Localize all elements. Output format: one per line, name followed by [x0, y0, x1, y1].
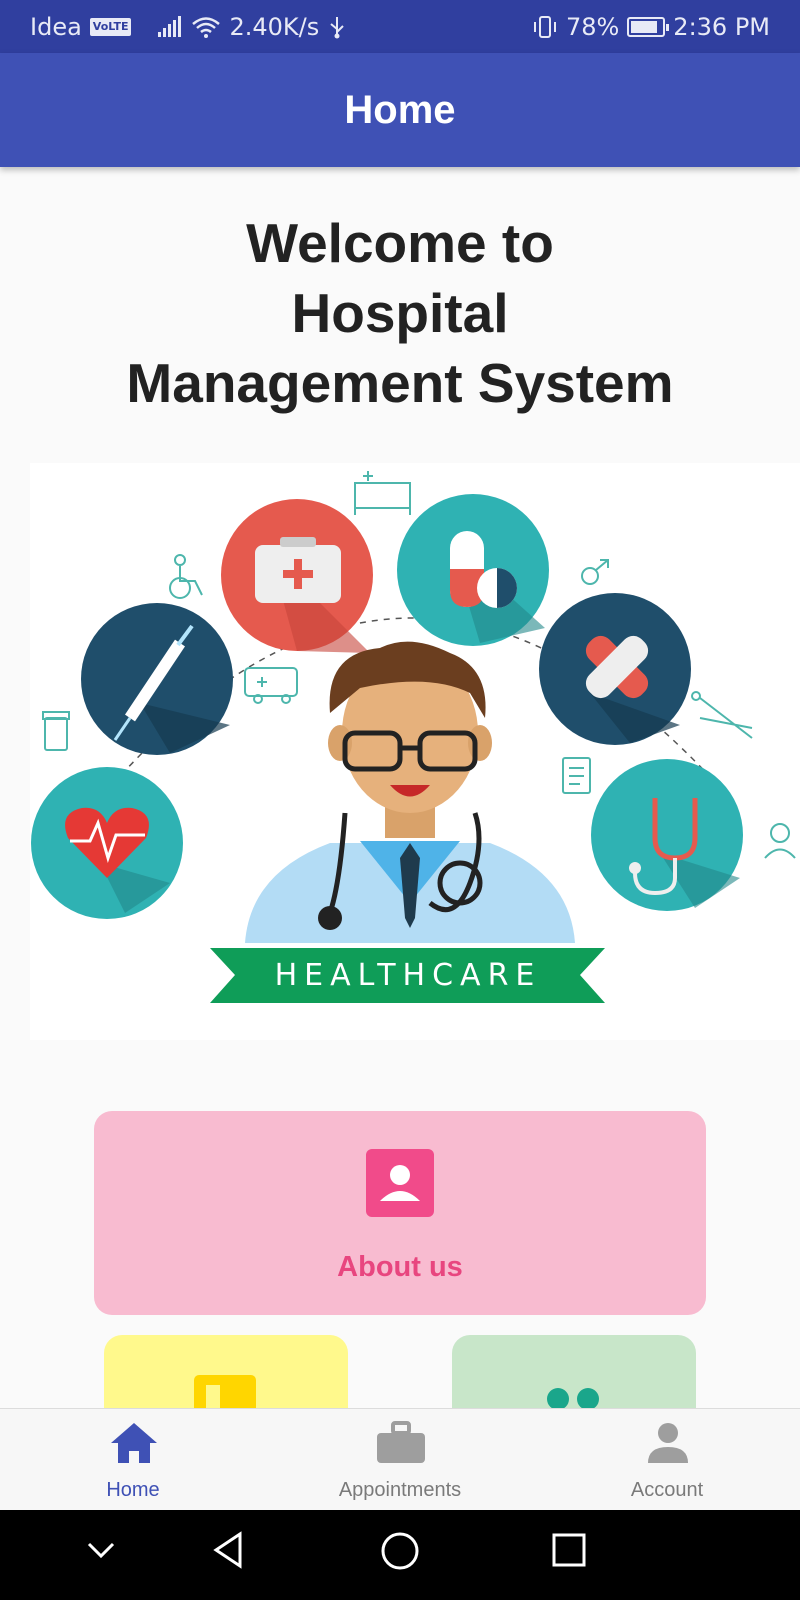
nurse-icon — [764, 823, 796, 859]
scissors-icon — [691, 691, 753, 739]
nav-item-account[interactable]: Account — [567, 1409, 767, 1511]
nav-item-appointments[interactable]: Appointments — [300, 1409, 500, 1511]
healthcare-banner: HEALTHCARE — [210, 948, 605, 1003]
healthcare-illustration: HEALTHCARE — [30, 463, 800, 1040]
chevron-down-icon[interactable] — [83, 1530, 119, 1570]
system-navigation-bar — [0, 1510, 800, 1600]
about-us-card[interactable]: About us — [94, 1111, 706, 1315]
status-left: Idea VoLTE 2.40K/s — [30, 13, 347, 41]
welcome-heading: Welcome to Hospital Management System — [126, 212, 674, 414]
bandage-icon — [539, 593, 691, 745]
vibrate-icon — [533, 16, 556, 38]
status-bar: Idea VoLTE 2.40K/s 78% 2:36 PM — [0, 0, 800, 53]
home-circle-icon[interactable] — [379, 1530, 421, 1572]
volte-badge: VoLTE — [89, 18, 132, 36]
home-icon — [111, 1423, 157, 1463]
recents-square-icon[interactable] — [549, 1530, 589, 1570]
battery-percent: 78% — [565, 13, 620, 41]
bottom-navigation: Home Appointments Account — [0, 1408, 800, 1510]
hospital-bed-icon — [354, 471, 411, 515]
briefcase-icon — [377, 1421, 425, 1463]
person-icon — [366, 1149, 434, 1217]
signal-icon — [158, 16, 182, 37]
about-us-label: About us — [337, 1251, 463, 1283]
nav-label-account: Account — [630, 1479, 704, 1501]
wifi-icon — [192, 17, 221, 38]
doctor-figure — [245, 641, 575, 943]
page-title: Home — [344, 88, 456, 132]
heart-rate-icon — [31, 767, 183, 919]
ambulance-icon — [244, 667, 298, 704]
usb-icon — [330, 17, 344, 39]
nav-label-appointments: Appointments — [338, 1479, 462, 1501]
male-symbol-icon — [581, 559, 609, 585]
stethoscope-icon — [591, 759, 743, 911]
clipboard-icon — [562, 757, 591, 794]
first-aid-kit-icon — [221, 499, 373, 653]
nav-label-home: Home — [106, 1479, 160, 1501]
network-speed: 2.40K/s — [229, 13, 320, 41]
pill-capsule-icon — [397, 494, 549, 646]
person-icon — [648, 1423, 688, 1463]
wheelchair-icon — [169, 554, 203, 599]
status-right: 78% 2:36 PM — [532, 13, 770, 41]
syringe-icon — [81, 603, 233, 755]
clock: 2:36 PM — [673, 13, 770, 41]
banner-text: HEALTHCARE — [275, 958, 542, 993]
medicine-bottle-icon — [42, 711, 70, 751]
back-icon[interactable] — [208, 1530, 248, 1570]
battery-icon — [627, 17, 670, 37]
nav-item-home[interactable]: Home — [33, 1409, 233, 1511]
app-bar: Home — [0, 53, 800, 167]
carrier-name: Idea — [30, 13, 82, 41]
